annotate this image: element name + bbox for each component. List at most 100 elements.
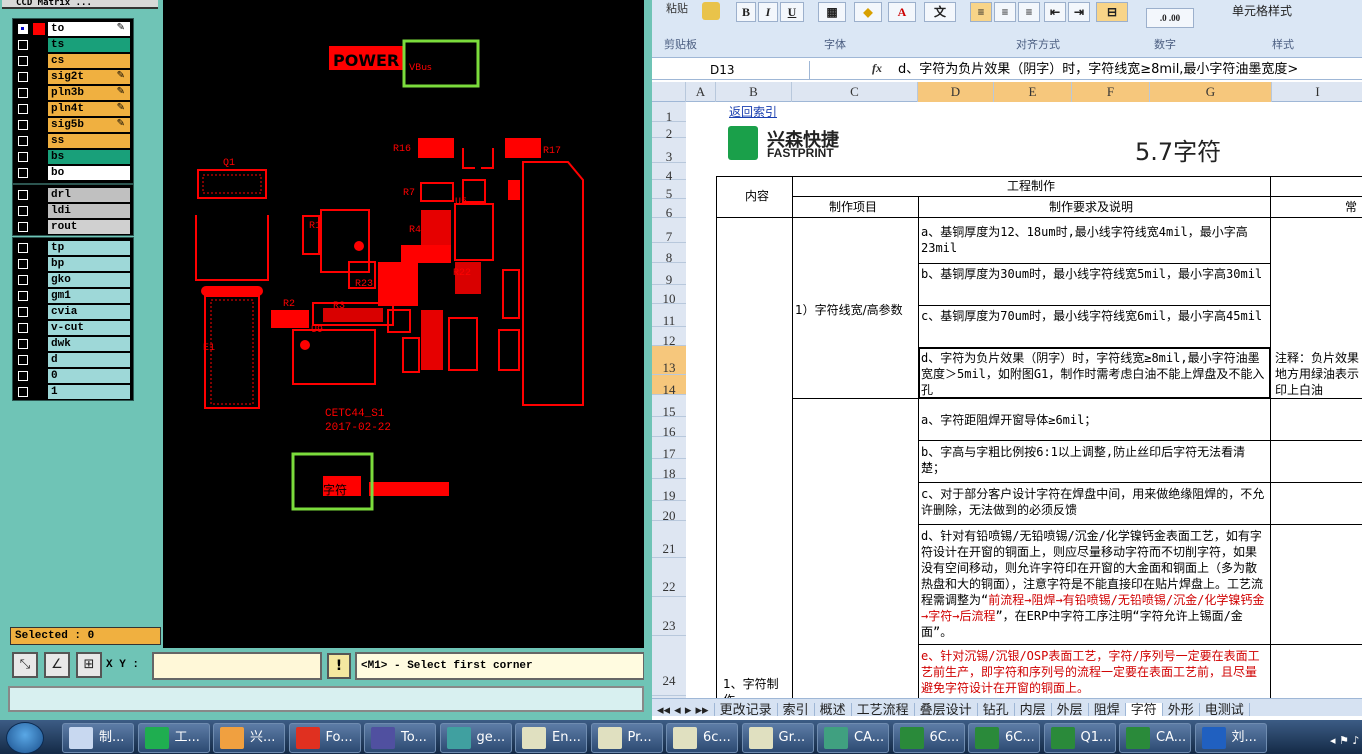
italic-button[interactable]: I <box>758 2 778 22</box>
layer-checkbox[interactable] <box>18 88 28 98</box>
layer-row[interactable]: to ✎ <box>15 21 131 37</box>
layer-row[interactable]: sig2t ✎ <box>15 69 131 85</box>
layer-name[interactable]: ss <box>48 134 130 148</box>
layer-color-swatch[interactable] <box>33 338 45 350</box>
pcb-canvas[interactable]: POWER VBus CETC44_S1 2017-02-22 字符 Q1 R1… <box>163 0 643 648</box>
req-cell[interactable]: c、基铜厚度为70um时，最小线字符线宽6mil，最小字高45mil <box>918 306 1270 346</box>
layer-row[interactable]: 0 <box>15 368 131 384</box>
font-color-icon[interactable]: A <box>888 2 916 22</box>
row-header[interactable]: 13 <box>652 346 686 375</box>
layer-checkbox[interactable] <box>18 243 28 253</box>
layer-checkbox[interactable] <box>18 339 28 349</box>
layer-row[interactable]: ldi <box>15 203 131 219</box>
layer-color-swatch[interactable] <box>33 55 45 67</box>
layer-name[interactable]: bo <box>48 166 130 180</box>
layer-color-swatch[interactable] <box>33 189 45 201</box>
req-cell[interactable]: c、对于部分客户设计字符在焊盘中间，用来做绝缘阻焊的，不允许删除，无法做到的必须… <box>918 484 1270 524</box>
exclamation-button[interactable]: ! <box>327 653 351 679</box>
col-header[interactable]: C <box>792 82 918 102</box>
layer-color-swatch[interactable] <box>33 71 45 83</box>
sheet-tab[interactable]: 叠层设计 <box>915 703 978 716</box>
taskbar-item[interactable]: To... <box>364 723 436 753</box>
layer-checkbox[interactable] <box>18 72 28 82</box>
layer-checkbox[interactable] <box>18 168 28 178</box>
layer-name[interactable]: gko <box>48 273 130 287</box>
layer-row[interactable]: bs <box>15 149 131 165</box>
layer-row[interactable]: pln3b ✎ <box>15 85 131 101</box>
layer-name[interactable]: cvia <box>48 305 130 319</box>
layer-color-swatch[interactable] <box>33 306 45 318</box>
back-link[interactable]: 返回索引 <box>726 102 780 122</box>
name-box[interactable]: D13 <box>652 61 810 79</box>
layer-row[interactable]: rout <box>15 219 131 235</box>
row-header[interactable]: 9 <box>652 263 686 287</box>
layer-name[interactable]: cs <box>48 54 130 68</box>
row-header[interactable]: 4 <box>652 163 686 183</box>
layer-color-swatch[interactable] <box>33 23 45 35</box>
row-header[interactable]: 6 <box>652 199 686 220</box>
layer-color-swatch[interactable] <box>33 354 45 366</box>
layer-checkbox[interactable] <box>18 323 28 333</box>
sheet-tab[interactable]: 电测试 <box>1200 703 1250 716</box>
col-header[interactable]: B <box>716 82 792 102</box>
sheet-tab[interactable]: 内层 <box>1015 703 1052 716</box>
row-header[interactable]: 19 <box>652 479 686 503</box>
sheet-grid[interactable]: 返回索引 兴森快捷 FASTPRINT 5.7字符 内容 工程制作 制作项目 制… <box>686 102 1362 698</box>
indent-increase-icon[interactable]: ⇥ <box>1068 2 1090 22</box>
fx-icon[interactable]: fx <box>872 61 882 76</box>
row-header[interactable]: 14 <box>652 375 686 397</box>
layer-name[interactable]: 0 <box>48 369 130 383</box>
col-header[interactable]: E <box>994 82 1072 102</box>
layer-checkbox[interactable] <box>18 136 28 146</box>
taskbar-item[interactable]: 6c... <box>666 723 738 753</box>
layer-color-swatch[interactable] <box>33 151 45 163</box>
req-cell-d[interactable]: d、针对有铅喷锡/无铅喷锡/沉金/化学镍钙金表面工艺，如有字符设计在开窗的铜面上… <box>918 526 1270 644</box>
taskbar-item[interactable]: 制... <box>62 723 134 753</box>
layer-row[interactable]: v-cut <box>15 320 131 336</box>
row-header[interactable]: 10 <box>652 285 686 306</box>
row-header[interactable]: 18 <box>652 459 686 481</box>
layer-checkbox[interactable] <box>18 275 28 285</box>
row-header[interactable]: 24 <box>652 636 686 696</box>
taskbar-item[interactable]: 刘... <box>1194 723 1267 753</box>
layer-color-swatch[interactable] <box>33 258 45 270</box>
paste-button[interactable]: 粘贴 <box>666 0 688 16</box>
row-header[interactable]: 3 <box>652 138 686 164</box>
layer-color-swatch[interactable] <box>33 386 45 398</box>
sheet-tab[interactable]: 外层 <box>1052 703 1089 716</box>
layer-name[interactable]: drl <box>48 188 130 202</box>
taskbar-item[interactable]: 兴... <box>213 723 285 753</box>
taskbar-item[interactable]: 工... <box>137 723 210 753</box>
merge-center-icon[interactable]: ⊟ <box>1096 2 1128 22</box>
indent-decrease-icon[interactable]: ⇤ <box>1044 2 1066 22</box>
start-button[interactable] <box>6 722 44 754</box>
layer-name[interactable]: dwk <box>48 337 130 351</box>
align-center-icon[interactable]: ≡ <box>994 2 1016 22</box>
layer-checkbox[interactable] <box>18 307 28 317</box>
layer-color-swatch[interactable] <box>33 221 45 233</box>
layer-row[interactable]: gm1 <box>15 288 131 304</box>
measure-icon[interactable]: ∠ <box>44 652 70 678</box>
phonetic-icon[interactable]: 文 <box>924 2 956 22</box>
taskbar-item[interactable]: Pr... <box>590 723 663 753</box>
layer-checkbox[interactable] <box>18 120 28 130</box>
layer-checkbox[interactable] <box>18 355 28 365</box>
layer-checkbox[interactable] <box>18 104 28 114</box>
layer-color-swatch[interactable] <box>33 39 45 51</box>
decimal-icon[interactable]: .0 .00 <box>1146 8 1194 28</box>
align-left-icon[interactable]: ≡ <box>970 2 992 22</box>
layer-row[interactable]: gko <box>15 272 131 288</box>
formula-input[interactable]: d、字符为负片效果（阴字）时，字符线宽≥8mil,最小字符油墨宽度> <box>898 61 1362 79</box>
col-header[interactable]: G <box>1150 82 1272 102</box>
taskbar-item[interactable]: 6C... <box>968 723 1040 753</box>
layer-color-swatch[interactable] <box>33 135 45 147</box>
layer-color-swatch[interactable] <box>33 242 45 254</box>
layer-checkbox[interactable] <box>18 387 28 397</box>
row-header[interactable]: 23 <box>652 597 686 636</box>
row-header[interactable]: 17 <box>652 437 686 461</box>
sheet-tab[interactable]: 工艺流程 <box>852 703 915 716</box>
layer-checkbox[interactable] <box>18 152 28 162</box>
sheet-tab[interactable]: 钻孔 <box>978 703 1015 716</box>
taskbar-item[interactable]: Fo... <box>288 723 361 753</box>
layer-name[interactable]: d <box>48 353 130 367</box>
